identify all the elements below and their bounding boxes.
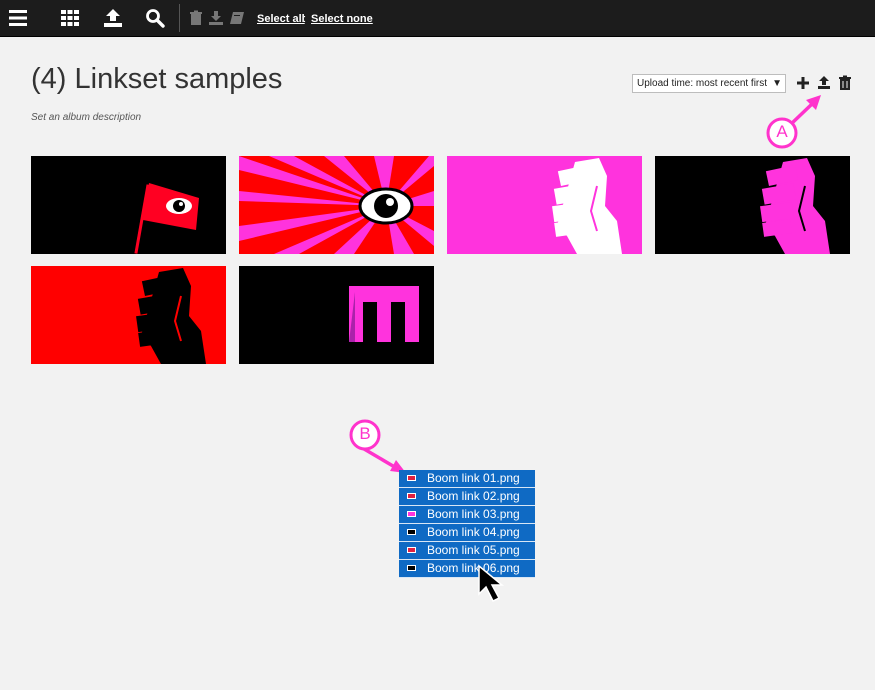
album-book-icon[interactable] [229, 10, 245, 26]
sort-select[interactable]: Upload time: most recent first ▼ [632, 74, 786, 93]
download-icon[interactable] [208, 10, 224, 26]
menu-button[interactable] [0, 0, 36, 36]
thumbnail-fist-black[interactable] [655, 156, 850, 254]
image-file-icon [407, 547, 416, 553]
file-name: Boom link 03.png [427, 507, 520, 521]
file-name: Boom link 04.png [427, 525, 520, 539]
grid-view-button[interactable] [52, 0, 88, 36]
album-upload-icon[interactable] [816, 75, 832, 91]
thumbnail-flag-eye[interactable] [31, 156, 226, 254]
toolbar-divider [179, 4, 180, 32]
image-file-icon [407, 529, 416, 535]
image-file-icon [407, 475, 416, 481]
top-toolbar: Select all : Select none [0, 0, 875, 37]
file-item[interactable]: Boom link 06.png [399, 560, 535, 578]
upload-button[interactable] [95, 0, 131, 36]
sort-select-value: Upload time: most recent first [637, 78, 768, 89]
select-separator: : [303, 13, 307, 25]
trash-icon[interactable] [188, 10, 204, 26]
page-title: (4) Linkset samples [31, 63, 283, 95]
grid-icon [61, 10, 79, 26]
add-icon[interactable] [795, 75, 811, 91]
mouse-pointer-icon [478, 564, 505, 603]
hamburger-icon [9, 10, 27, 26]
file-name: Boom link 05.png [427, 543, 520, 557]
upload-icon [104, 9, 122, 27]
thumbnail-fist-pink[interactable] [447, 156, 642, 254]
select-none-link[interactable]: Select none [311, 13, 373, 25]
file-item[interactable]: Boom link 03.png [399, 506, 535, 524]
chevron-down-icon: ▼ [772, 78, 782, 89]
file-name: Boom link 02.png [427, 489, 520, 503]
thumbnail-letter-m[interactable] [239, 266, 434, 364]
delete-album-icon[interactable] [837, 75, 853, 91]
dragged-file-list[interactable]: Boom link 01.png Boom link 02.png Boom l… [399, 470, 535, 578]
search-icon [146, 9, 165, 28]
search-button[interactable] [137, 0, 173, 36]
thumbnail-burst-eye[interactable] [239, 156, 434, 254]
annotation-b-label: B [359, 424, 371, 443]
select-all-link[interactable]: Select all [257, 13, 305, 25]
album-description[interactable]: Set an album description [31, 112, 141, 123]
image-file-icon [407, 511, 416, 517]
annotation-a-label: A [776, 122, 788, 141]
file-item[interactable]: Boom link 02.png [399, 488, 535, 506]
file-name: Boom link 01.png [427, 471, 520, 485]
image-file-icon [407, 493, 416, 499]
file-item[interactable]: Boom link 04.png [399, 524, 535, 542]
file-item[interactable]: Boom link 05.png [399, 542, 535, 560]
image-file-icon [407, 565, 416, 571]
thumbnail-fist-red[interactable] [31, 266, 226, 364]
file-item[interactable]: Boom link 01.png [399, 470, 535, 488]
